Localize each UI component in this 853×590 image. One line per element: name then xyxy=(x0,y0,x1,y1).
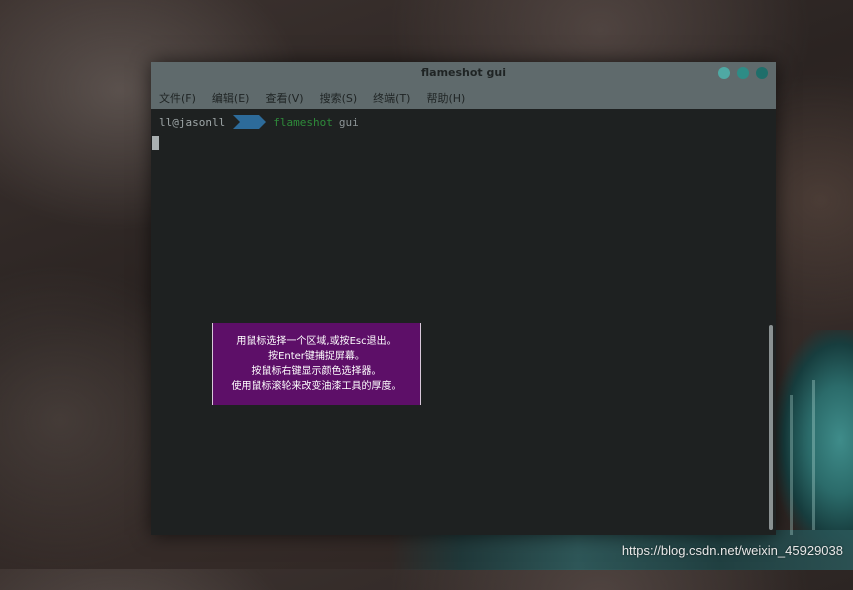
scrollbar-thumb[interactable] xyxy=(769,325,773,530)
help-line: 使用鼠标滚轮来改变油漆工具的厚度。 xyxy=(231,381,402,392)
menu-file[interactable]: 文件(F) xyxy=(159,90,196,106)
wallpaper-dome-rib xyxy=(790,395,793,535)
help-line: 用鼠标选择一个区域,或按Esc退出。 xyxy=(236,336,397,347)
window-title: flameshot gui xyxy=(421,66,506,79)
watermark-text: https://blog.csdn.net/weixin_45929038 xyxy=(621,543,843,558)
wallpaper-dome-rib xyxy=(812,380,815,530)
flameshot-help-overlay: 用鼠标选择一个区域,或按Esc退出。 按Enter键捕捉屏幕。 按鼠标右键显示颜… xyxy=(212,323,421,405)
menu-edit[interactable]: 编辑(E) xyxy=(212,90,250,106)
prompt-segment-icon xyxy=(233,115,267,129)
help-line: 按Enter键捕捉屏幕。 xyxy=(268,351,365,362)
close-button[interactable] xyxy=(756,67,768,79)
terminal-area[interactable]: ll@jasonll flameshot gui xyxy=(151,109,776,535)
menu-terminal[interactable]: 终端(T) xyxy=(373,90,410,106)
menu-bar: 文件(F) 编辑(E) 查看(V) 搜索(S) 终端(T) 帮助(H) xyxy=(151,86,776,109)
menu-search[interactable]: 搜索(S) xyxy=(320,90,358,106)
menu-help[interactable]: 帮助(H) xyxy=(426,90,465,106)
prompt-user: ll@jasonll xyxy=(159,115,226,129)
prompt-command: flameshot xyxy=(273,115,333,129)
title-bar[interactable]: flameshot gui xyxy=(151,62,776,86)
prompt-argument: gui xyxy=(338,115,359,129)
menu-view[interactable]: 查看(V) xyxy=(265,90,303,106)
minimize-button[interactable] xyxy=(718,67,730,79)
help-line: 按鼠标右键显示颜色选择器。 xyxy=(251,366,382,377)
prompt-line: ll@jasonll flameshot gui xyxy=(159,115,359,129)
terminal-window: flameshot gui 文件(F) 编辑(E) 查看(V) 搜索(S) 终端… xyxy=(151,62,776,535)
window-controls xyxy=(718,67,768,79)
maximize-button[interactable] xyxy=(737,67,749,79)
scrollbar[interactable] xyxy=(768,109,773,535)
terminal-cursor xyxy=(152,136,159,150)
